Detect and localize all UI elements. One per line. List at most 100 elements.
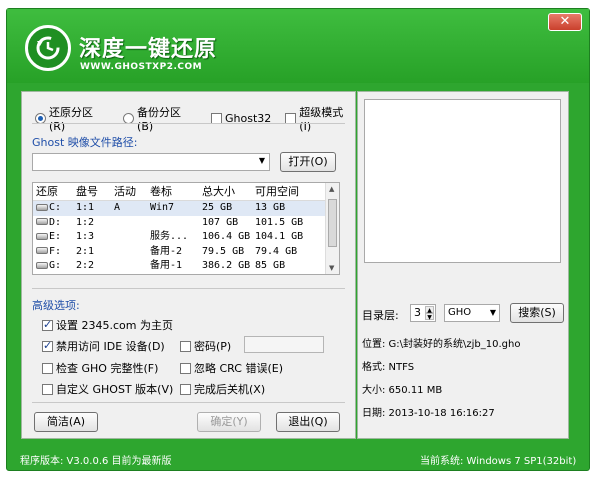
active-flag	[111, 245, 147, 260]
scrollbar-thumb[interactable]	[328, 199, 337, 247]
dir-level-spinner[interactable]: 3 ▲ ▼	[410, 304, 436, 322]
left-panel: 还原分区(R) 备份分区(B) Ghost32 超级模式(I) Ghost 映像…	[21, 91, 356, 439]
disable-ide-label: 禁用访问 IDE 设备(D)	[56, 340, 165, 353]
exit-button[interactable]: 退出(Q)	[276, 412, 340, 432]
checkbox-checked-icon	[42, 339, 53, 352]
ghost32-checkbox[interactable]: Ghost32	[211, 104, 271, 133]
advanced-options-title: 高级选项:	[32, 299, 80, 312]
scroll-down-icon[interactable]: ▼	[329, 264, 334, 272]
free-space: 104.1 GB	[255, 231, 304, 242]
total-size: 25 GB	[202, 202, 233, 213]
extension-value: GHO	[448, 307, 472, 318]
version-status: 程序版本: V3.0.0.6 目前为最新版	[20, 456, 172, 467]
disk-number: 1:3	[76, 231, 95, 242]
file-format: 格式: NTFS	[362, 362, 415, 373]
spin-up-icon[interactable]: ▲	[425, 306, 434, 314]
dir-level-label: 目录层:	[362, 309, 399, 322]
total-size: 386.2 GB	[202, 260, 251, 271]
simple-mode-button[interactable]: 简洁(A)	[34, 412, 98, 432]
chevron-down-icon[interactable]: ▼	[259, 156, 265, 165]
file-size: 大小: 650.11 MB	[362, 385, 443, 396]
col-active[interactable]: 活动	[111, 183, 147, 200]
col-free[interactable]: 可用空间	[252, 183, 312, 200]
volume-label: 备用-2	[150, 245, 183, 257]
drive-letter: E:	[49, 231, 62, 242]
shutdown-checkbox[interactable]: 完成后关机(X)	[180, 381, 265, 397]
super-mode-label: 超级模式(I)	[299, 106, 344, 133]
set-homepage-checkbox[interactable]: 设置 2345.com 为主页	[42, 317, 173, 333]
total-size: 107 GB	[202, 216, 239, 228]
table-row[interactable]: D: 1:2 107 GB 101.5 GB	[33, 216, 339, 231]
volume-label: Win7	[150, 202, 175, 213]
checkbox-empty-icon	[180, 340, 191, 352]
col-total[interactable]: 总大小	[199, 183, 252, 200]
total-size: 79.5 GB	[202, 245, 245, 257]
disk-number: 1:1	[76, 202, 95, 213]
volume-label: 服务...	[150, 231, 189, 242]
close-button[interactable]: ✕	[548, 13, 582, 31]
active-flag	[111, 230, 147, 245]
custom-ghost-checkbox[interactable]: 自定义 GHOST 版本(V)	[42, 381, 173, 397]
drive-letter: F:	[49, 245, 62, 257]
disable-ide-checkbox[interactable]: 禁用访问 IDE 设备(D)	[42, 338, 165, 354]
table-row[interactable]: C: 1:1 A Win7 25 GB 13 GB	[33, 201, 339, 216]
drive-letter: C:	[49, 202, 62, 213]
ghost-path-combo[interactable]: ▼	[32, 153, 270, 171]
free-space: 101.5 GB	[255, 216, 304, 228]
open-button[interactable]: 打开(O)	[280, 152, 336, 172]
table-scrollbar[interactable]: ▲ ▼	[325, 183, 339, 274]
mode-row: 还原分区(R) 备份分区(B) Ghost32 超级模式(I)	[35, 104, 355, 133]
col-label[interactable]: 卷标	[147, 183, 199, 200]
extension-select[interactable]: GHO ▼	[444, 304, 500, 322]
active-flag	[111, 259, 147, 274]
drive-letter: G:	[49, 260, 62, 271]
checkbox-empty-icon	[42, 362, 53, 374]
search-button[interactable]: 搜索(S)	[510, 303, 564, 323]
checkbox-checked-icon	[42, 318, 53, 331]
confirm-button[interactable]: 确定(Y)	[197, 412, 261, 432]
free-space: 79.4 GB	[255, 245, 298, 257]
table-row[interactable]: G: 2:2 备用-1 386.2 GB 85 GB	[33, 259, 339, 274]
col-disk[interactable]: 盘号	[73, 183, 111, 200]
divider	[32, 288, 345, 289]
restore-radio[interactable]: 还原分区(R)	[35, 104, 109, 133]
system-drive-icon	[36, 203, 48, 211]
divider	[32, 123, 345, 124]
spin-down-icon[interactable]: ▼	[425, 313, 434, 321]
ignore-crc-checkbox[interactable]: 忽略 CRC 错误(E)	[180, 360, 283, 376]
free-space: 13 GB	[255, 202, 286, 213]
ignore-crc-label: 忽略 CRC 错误(E)	[194, 362, 283, 375]
divider	[32, 402, 345, 403]
super-mode-checkbox[interactable]: 超级模式(I)	[285, 104, 355, 133]
dir-level-value: 3	[414, 306, 421, 319]
checkbox-empty-icon	[180, 362, 191, 374]
custom-ghost-label: 自定义 GHOST 版本(V)	[56, 383, 174, 396]
backup-radio[interactable]: 备份分区(B)	[123, 104, 197, 133]
password-input[interactable]	[244, 336, 324, 353]
restore-radio-label: 还原分区(R)	[48, 106, 93, 133]
app-title: 深度一键还原	[79, 37, 218, 62]
app-url: WWW.GHOSTXP2.COM	[80, 62, 203, 72]
file-date: 日期: 2013-10-18 16:16:27	[362, 408, 495, 419]
table-row[interactable]: E: 1:3 服务... 106.4 GB 104.1 GB	[33, 230, 339, 245]
right-panel: 目录层: 3 ▲ ▼ GHO ▼ 搜索(S) 位置: G:\封装好的系统\zjb…	[357, 91, 569, 439]
chevron-down-icon[interactable]: ▼	[490, 305, 496, 321]
disk-number: 2:2	[76, 260, 95, 271]
shutdown-label: 完成后关机(X)	[194, 383, 266, 396]
active-flag	[111, 216, 147, 231]
volume-label: 备用-1	[150, 260, 183, 271]
image-preview	[364, 99, 561, 263]
disk-number: 2:1	[76, 245, 95, 257]
free-space: 85 GB	[255, 260, 286, 271]
total-size: 106.4 GB	[202, 231, 251, 242]
drive-icon	[36, 218, 48, 225]
check-gho-checkbox[interactable]: 检查 GHO 完整性(F)	[42, 360, 158, 376]
col-restore[interactable]: 还原	[33, 183, 73, 200]
partition-table[interactable]: 还原 盘号 活动 卷标 总大小 可用空间 C: 1:1 A Win7 25 GB…	[32, 182, 340, 275]
password-checkbox[interactable]: 密码(P)	[180, 338, 231, 354]
scroll-up-icon[interactable]: ▲	[329, 185, 334, 193]
file-location: 位置: G:\封装好的系统\zjb_10.gho	[362, 339, 521, 350]
checkbox-empty-icon	[180, 383, 191, 395]
volume-label	[147, 216, 199, 231]
table-row[interactable]: F: 2:1 备用-2 79.5 GB 79.4 GB	[33, 245, 339, 260]
